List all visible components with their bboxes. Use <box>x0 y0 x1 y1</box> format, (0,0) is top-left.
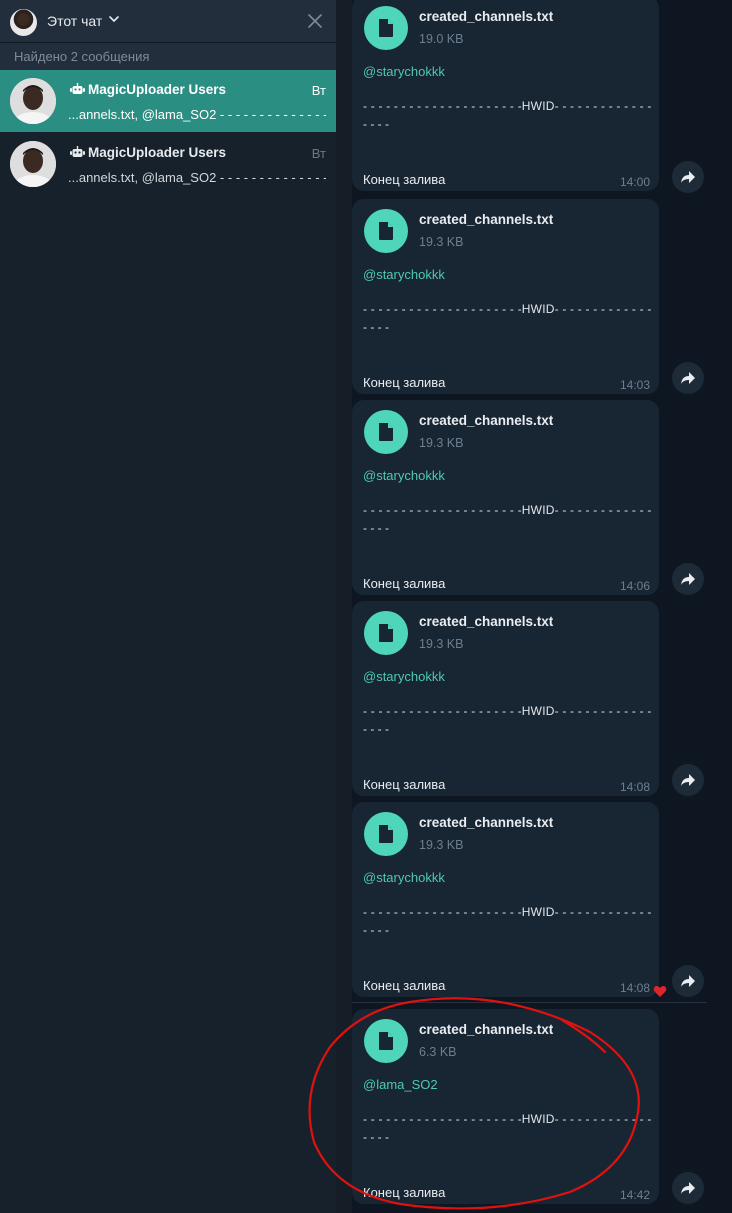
file-icon[interactable] <box>364 6 408 50</box>
user-mention[interactable]: @starychokkk <box>363 468 445 483</box>
hwid-line: - - - - - - - - - - - - - - - - - - - - … <box>363 302 653 316</box>
message-bubble[interactable]: created_channels.txt 19.3 KB @starychokk… <box>352 802 659 997</box>
search-result-item[interactable]: MagicUploader Users Вт ...annels.txt, @l… <box>0 133 336 195</box>
message-time: 14:08 <box>619 981 650 995</box>
file-name[interactable]: created_channels.txt <box>419 212 553 227</box>
result-snippet: ...annels.txt, @lama_SO2 - - - - - - - -… <box>68 107 326 122</box>
user-mention[interactable]: @starychokkk <box>363 267 445 282</box>
file-size: 19.3 KB <box>419 838 464 852</box>
chat-divider <box>336 0 352 1213</box>
forward-button[interactable] <box>672 161 704 193</box>
hwid-line: - - - - - - - - - - - - - - - - - - - - … <box>363 503 653 517</box>
message-text: Конец залива <box>363 172 446 187</box>
forward-icon <box>681 573 695 585</box>
hwid-line: - - - - <box>363 923 389 937</box>
search-panel: Этот чат Найдено 2 сообщения MagicUpload <box>0 0 336 1213</box>
hwid-line: - - - - <box>363 722 389 736</box>
hwid-line: - - - - <box>363 117 389 131</box>
file-name[interactable]: created_channels.txt <box>419 413 553 428</box>
file-size: 19.3 KB <box>419 637 464 651</box>
forward-button[interactable] <box>672 764 704 796</box>
message-time: 14:42 <box>619 1188 650 1202</box>
bot-icon <box>70 83 85 94</box>
forward-icon <box>681 372 695 384</box>
user-mention[interactable]: @starychokkk <box>363 870 445 885</box>
bot-icon <box>70 146 85 157</box>
hwid-line: - - - - <box>363 320 389 334</box>
chat-avatar[interactable] <box>10 9 37 36</box>
search-scope-label[interactable]: Этот чат <box>47 13 102 29</box>
close-icon[interactable] <box>306 12 324 30</box>
hwid-line: - - - - <box>363 521 389 535</box>
hwid-line: - - - - <box>363 1130 389 1144</box>
file-name[interactable]: created_channels.txt <box>419 614 553 629</box>
chat-name: MagicUploader Users <box>88 82 227 97</box>
user-mention[interactable]: @lama_SO2 <box>363 1077 438 1092</box>
result-date: Вт <box>311 146 326 161</box>
message-text: Конец залива <box>363 375 446 390</box>
message-bubble[interactable]: created_channels.txt 19.3 KB @starychokk… <box>352 199 659 394</box>
message-separator <box>352 1002 707 1003</box>
file-icon[interactable] <box>364 812 408 856</box>
message-text: Конец залива <box>363 777 446 792</box>
message-time: 14:03 <box>619 378 650 392</box>
file-name[interactable]: created_channels.txt <box>419 815 553 830</box>
heart-icon[interactable] <box>653 985 667 998</box>
forward-button[interactable] <box>672 965 704 997</box>
message-bubble[interactable]: created_channels.txt 19.3 KB @starychokk… <box>352 400 659 595</box>
message-bubble[interactable]: created_channels.txt 6.3 KB @lama_SO2 - … <box>352 1009 659 1204</box>
file-size: 19.3 KB <box>419 436 464 450</box>
chat-name: MagicUploader Users <box>88 145 227 160</box>
avatar <box>10 78 56 124</box>
search-header: Этот чат <box>0 0 336 43</box>
file-icon[interactable] <box>364 611 408 655</box>
user-mention[interactable]: @starychokkk <box>363 64 445 79</box>
message-text: Конец залива <box>363 576 446 591</box>
results-count-bar: Найдено 2 сообщения <box>0 43 336 70</box>
results-count: Найдено 2 сообщения <box>14 49 150 64</box>
message-time: 14:08 <box>619 780 650 794</box>
forward-icon <box>681 774 695 786</box>
result-date: Вт <box>311 83 326 98</box>
file-icon[interactable] <box>364 410 408 454</box>
hwid-line: - - - - - - - - - - - - - - - - - - - - … <box>363 99 653 113</box>
result-snippet: ...annels.txt, @lama_SO2 - - - - - - - -… <box>68 170 326 185</box>
hwid-line: - - - - - - - - - - - - - - - - - - - - … <box>363 905 653 919</box>
message-bubble[interactable]: created_channels.txt 19.0 KB @starychokk… <box>352 0 659 191</box>
message-text: Конец залива <box>363 1185 446 1200</box>
forward-icon <box>681 1182 695 1194</box>
file-size: 19.3 KB <box>419 235 464 249</box>
file-name[interactable]: created_channels.txt <box>419 1022 553 1037</box>
avatar <box>10 141 56 187</box>
file-name[interactable]: created_channels.txt <box>419 9 553 24</box>
hwid-line: - - - - - - - - - - - - - - - - - - - - … <box>363 704 653 718</box>
message-time: 14:06 <box>619 579 650 593</box>
search-result-item[interactable]: MagicUploader Users Вт ...annels.txt, @l… <box>0 70 336 132</box>
hwid-line: - - - - - - - - - - - - - - - - - - - - … <box>363 1112 653 1126</box>
file-size: 6.3 KB <box>419 1045 457 1059</box>
message-bubble[interactable]: created_channels.txt 19.3 KB @starychokk… <box>352 601 659 796</box>
forward-icon <box>681 171 695 183</box>
message-time: 14:00 <box>619 175 650 189</box>
forward-button[interactable] <box>672 563 704 595</box>
message-text: Конец залива <box>363 978 446 993</box>
forward-button[interactable] <box>672 362 704 394</box>
forward-button[interactable] <box>672 1172 704 1204</box>
user-mention[interactable]: @starychokkk <box>363 669 445 684</box>
file-icon[interactable] <box>364 1019 408 1063</box>
file-size: 19.0 KB <box>419 32 464 46</box>
forward-icon <box>681 975 695 987</box>
chevron-down-icon[interactable] <box>108 13 120 25</box>
file-icon[interactable] <box>364 209 408 253</box>
